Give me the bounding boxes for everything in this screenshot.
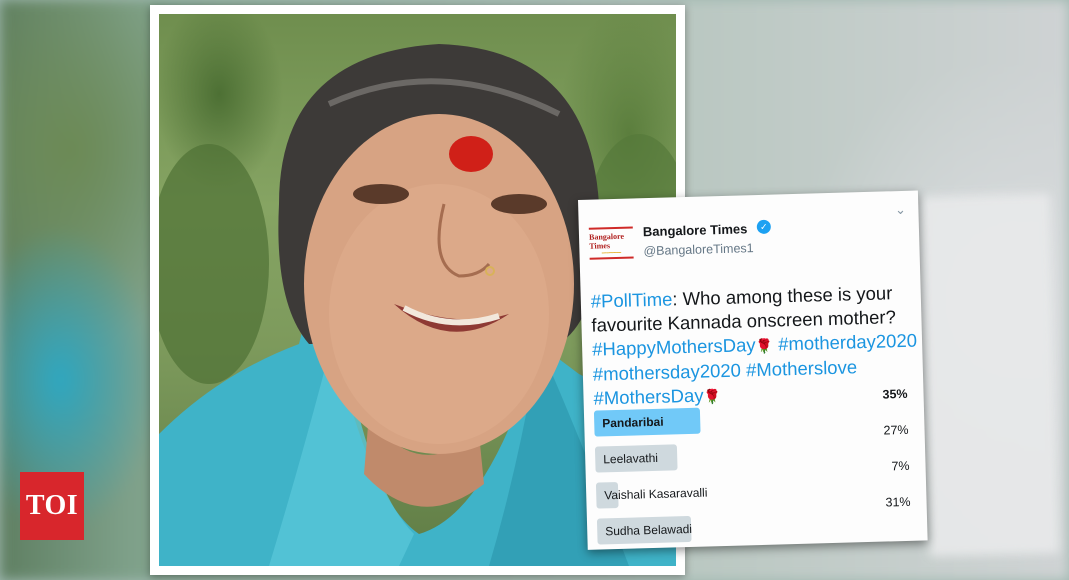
hashtag-link[interactable]: #Motherslove <box>746 356 858 380</box>
poll-option: Leelavathi 27% <box>594 423 916 476</box>
account-avatar-text: Bangalore Times <box>588 231 625 251</box>
poll: Pandaribai 35% Leelavathi 27% Vaishali K… <box>593 387 918 552</box>
verified-badge-icon: ✓ <box>756 219 772 235</box>
poll-option-label: Pandaribai <box>602 414 664 431</box>
tweet-header: Bangalore Times ━━━━━━━━ Bangalore Times… <box>588 202 910 272</box>
account-handle[interactable]: @BangaloreTimes1 <box>643 241 754 258</box>
rose-icon: 🌹 <box>703 388 722 405</box>
hashtag-link[interactable]: #motherday2020 <box>778 330 917 355</box>
poll-option-percent: 35% <box>882 386 908 402</box>
poll-option: Vaishali Kasaravalli 7% <box>595 459 917 512</box>
tweet-card[interactable]: Bangalore Times ━━━━━━━━ Bangalore Times… <box>578 190 928 552</box>
rose-icon: 🌹 <box>755 337 774 355</box>
blurred-background-card <box>920 193 1060 557</box>
poll-option-label: Leelavathi <box>603 450 659 467</box>
account-avatar-underline: ━━━━━━━━ <box>601 249 622 255</box>
hashtag-link[interactable]: #HappyMothersDay <box>592 334 756 360</box>
poll-option-percent: 7% <box>891 458 910 474</box>
account-avatar[interactable]: Bangalore Times ━━━━━━━━ <box>588 226 634 260</box>
poll-option-percent: 31% <box>885 494 911 510</box>
chevron-down-icon[interactable]: ⌄ <box>893 202 907 217</box>
poll-option-percent: 27% <box>883 422 909 438</box>
poll-option-label: Sudha Belawadi <box>605 521 693 539</box>
tweet-text: #PollTime: Who among these is your favou… <box>591 281 919 412</box>
hashtag-link[interactable]: #mothersday2020 <box>593 360 742 385</box>
poll-option: Sudha Belawadi 31% <box>596 495 918 548</box>
poll-option-label: Vaishali Kasaravalli <box>604 485 708 503</box>
account-name[interactable]: Bangalore Times <box>643 221 748 239</box>
toi-logo: TOI <box>20 472 84 540</box>
hashtag-link[interactable]: #PollTime <box>591 288 673 311</box>
